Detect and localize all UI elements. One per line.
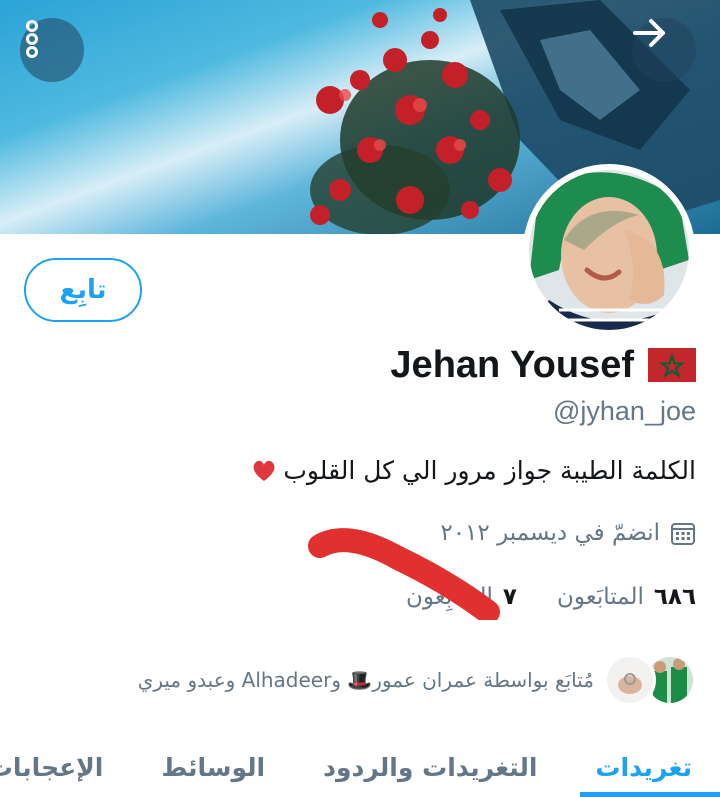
- follower-avatar: [604, 654, 656, 706]
- followed-by-text: مُتابَع بواسطة عمران عمور🎩 وAlhadeer وعب…: [137, 668, 594, 692]
- display-name-row: Jehan Yousef: [390, 340, 696, 390]
- tab-likes[interactable]: الإعجابات: [0, 738, 131, 797]
- back-button[interactable]: [632, 18, 696, 82]
- display-name: Jehan Yousef: [390, 343, 634, 386]
- avatar-image: [529, 170, 689, 330]
- following-count: ٦٨٦: [653, 584, 696, 610]
- arrow-right-icon: [633, 19, 665, 47]
- profile-page: تابِع Jehan Yousef @jyhan_joe الكلمة الط…: [0, 0, 720, 797]
- followed-by-avatars: [604, 654, 696, 706]
- profile-tabs: تغريدات التغريدات والردود الوسائط الإعجا…: [0, 738, 720, 797]
- following-stat[interactable]: ٦٨٦ المتابَعون: [557, 584, 696, 610]
- calendar-icon: [671, 523, 695, 545]
- following-label: المتابَعون: [556, 584, 644, 610]
- bio-text: الكلمة الطيبة جواز مرور الي كل القلوب: [283, 456, 696, 485]
- vertical-dots-icon: [26, 20, 38, 58]
- user-handle: @jyhan_joe: [552, 396, 696, 426]
- more-options-button[interactable]: [20, 18, 84, 82]
- follow-button[interactable]: تابِع: [24, 258, 142, 322]
- tab-media[interactable]: الوسائط: [131, 738, 293, 797]
- followed-by-row[interactable]: مُتابَع بواسطة عمران عمور🎩 وAlhadeer وعب…: [138, 654, 696, 706]
- tab-tweets-replies[interactable]: التغريدات والردود: [293, 738, 565, 797]
- redaction-scribble: [308, 528, 500, 620]
- tab-tweets[interactable]: تغريدات: [565, 738, 720, 797]
- user-bio: الكلمة الطيبة جواز مرور الي كل القلوب: [251, 456, 696, 485]
- profile-avatar[interactable]: [523, 164, 695, 336]
- morocco-flag-icon: [648, 348, 696, 382]
- heart-icon: [253, 460, 275, 481]
- active-tab-indicator: [580, 792, 720, 797]
